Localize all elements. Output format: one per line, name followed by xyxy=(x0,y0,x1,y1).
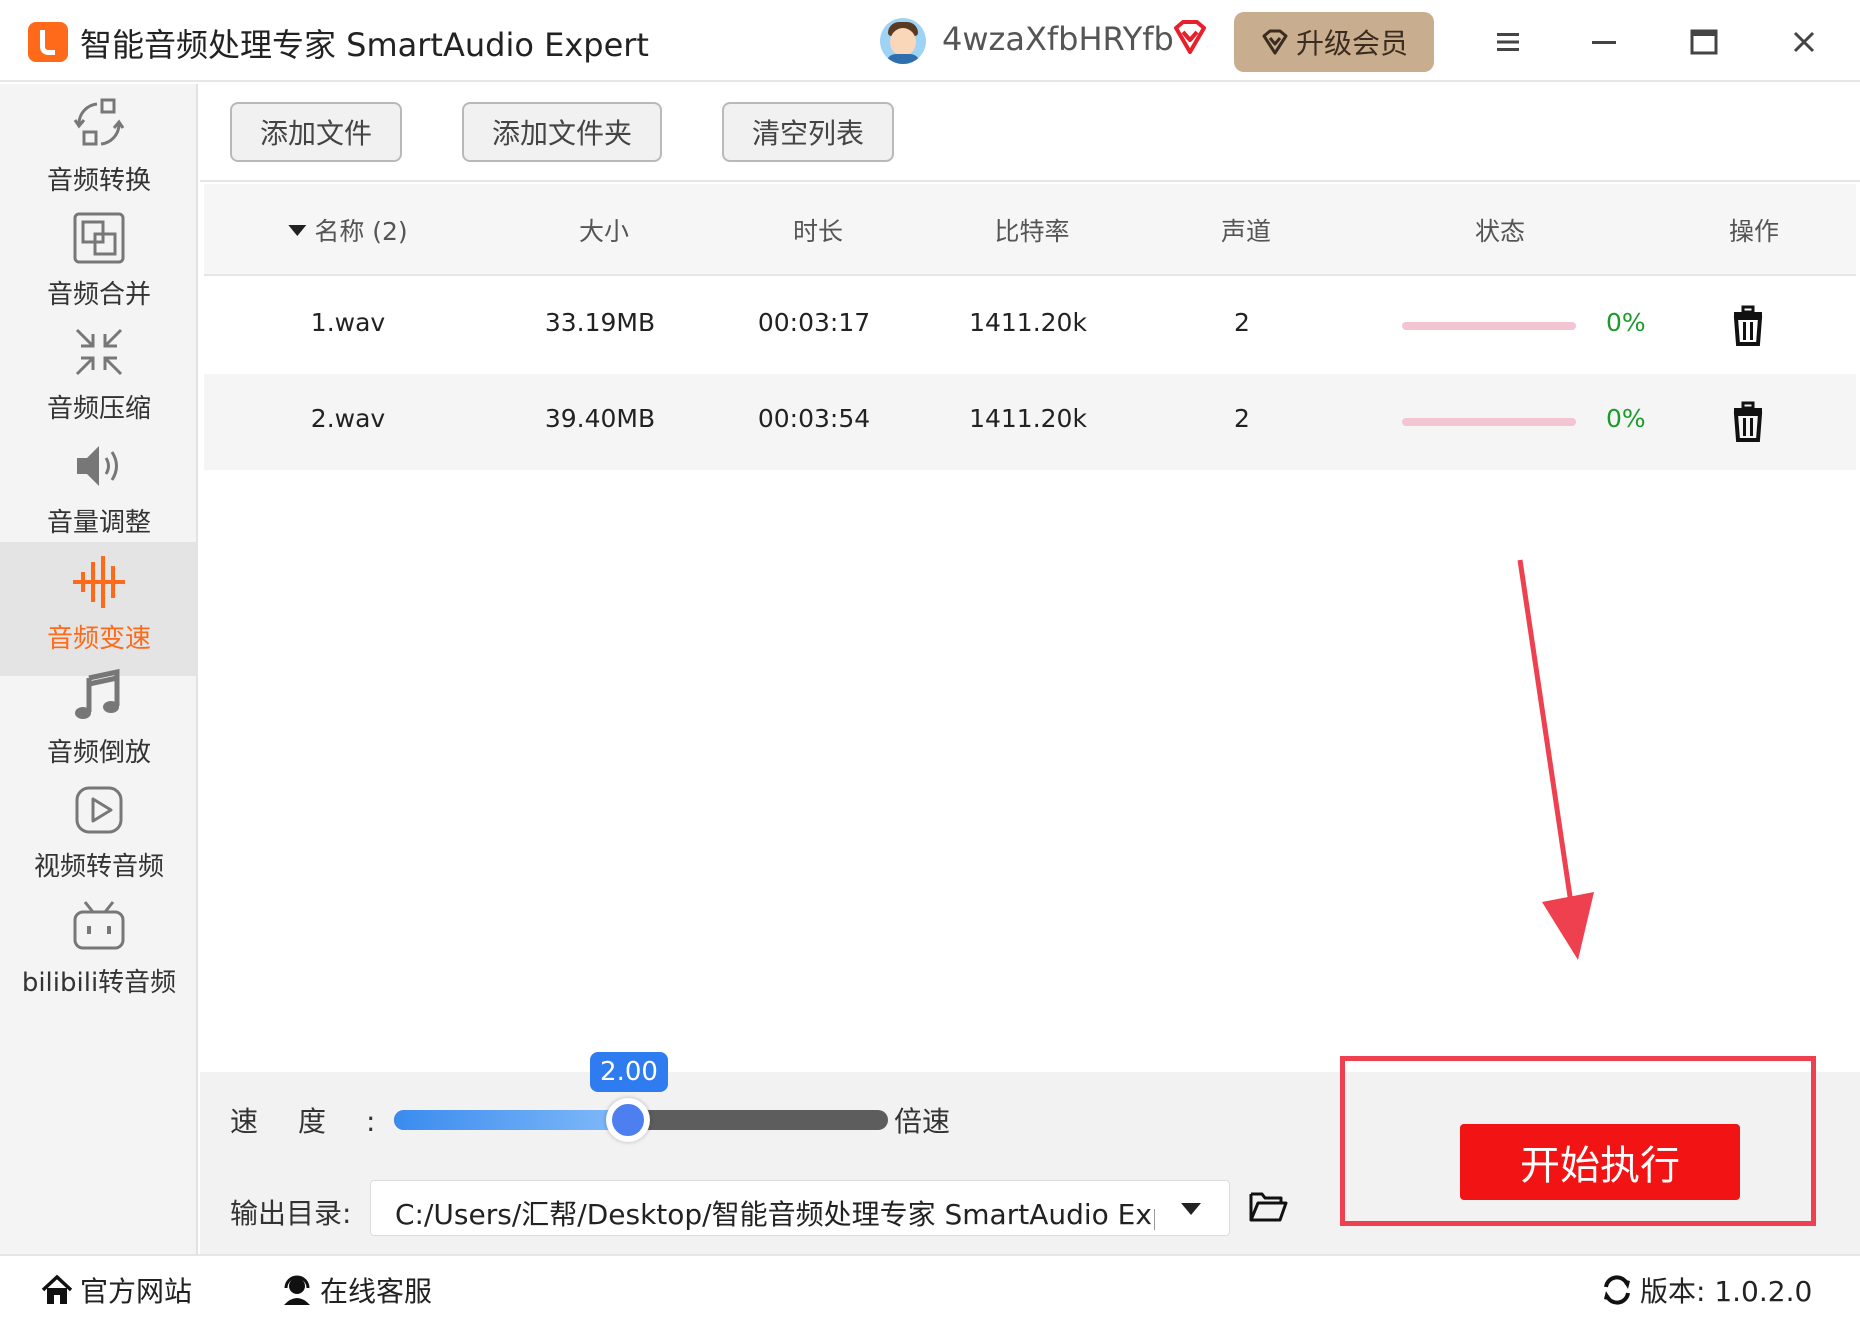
sidebar: 音频转换 音频合并 音频压缩 音量调整 音频变速 音频倒放 视频转音频 bili… xyxy=(0,84,198,1254)
speed-label: 速度: xyxy=(230,1105,416,1138)
close-button[interactable] xyxy=(1776,14,1832,70)
sidebar-item-label: 音量调整 xyxy=(46,508,151,538)
minimize-button[interactable] xyxy=(1576,14,1632,70)
version-label: 版本: 1.0.2.0 xyxy=(1640,1275,1813,1308)
output-dir-select[interactable]: C:/Users/汇帮/Desktop/智能音频处理专家 SmartAudio … xyxy=(370,1180,1230,1236)
close-icon xyxy=(1793,31,1815,53)
speed-value-tooltip: 2.00 xyxy=(590,1052,668,1092)
bilibili-tv-icon xyxy=(73,901,125,950)
toolbar: 添加文件 添加文件夹 清空列表 xyxy=(200,84,1860,182)
vip-diamond-icon xyxy=(1174,20,1206,54)
audio-speed-icon xyxy=(73,556,125,608)
speed-unit-label: 倍速 xyxy=(894,1105,951,1138)
sidebar-item-label: 音频变速 xyxy=(46,624,151,654)
audio-compress-icon xyxy=(75,328,123,376)
maximize-icon xyxy=(1690,29,1718,55)
file-bitrate: 1411.20k xyxy=(969,308,1087,337)
online-service-link[interactable]: 在线客服 xyxy=(280,1270,432,1310)
diamond-icon xyxy=(1262,29,1288,55)
sidebar-item-label: 音频转换 xyxy=(46,166,151,196)
add-file-button[interactable]: 添加文件 xyxy=(230,102,402,162)
file-duration: 00:03:17 xyxy=(757,308,871,337)
progress-bar xyxy=(1402,322,1576,330)
online-service-label: 在线客服 xyxy=(320,1275,433,1308)
clear-list-button[interactable]: 清空列表 xyxy=(722,102,894,162)
sidebar-item-label: 音频压缩 xyxy=(46,394,151,424)
sidebar-item-label: bilibili转音频 xyxy=(21,968,177,998)
audio-convert-icon xyxy=(73,98,125,146)
status-percent: 0% xyxy=(1606,404,1646,433)
sidebar-item-video-to-audio[interactable]: 视频转音频 xyxy=(0,770,198,904)
table-row[interactable]: 2.wav 39.40MB 00:03:54 1411.20k 2 0% xyxy=(204,374,1856,470)
file-bitrate: 1411.20k xyxy=(969,404,1087,433)
official-site-link[interactable]: 官方网站 xyxy=(40,1270,192,1310)
username[interactable]: 4wzaXfbHRYfb xyxy=(942,20,1174,58)
version-info[interactable]: 版本: 1.0.2.0 xyxy=(1600,1270,1812,1310)
output-dir-path: C:/Users/汇帮/Desktop/智能音频处理专家 SmartAudio … xyxy=(395,1198,1155,1231)
output-dir-label: 输出目录: xyxy=(230,1197,352,1230)
start-execute-button[interactable]: 开始执行 xyxy=(1460,1124,1740,1200)
upgrade-vip-button[interactable]: 升级会员 xyxy=(1234,12,1434,72)
maximize-button[interactable] xyxy=(1676,14,1732,70)
speed-slider-fill xyxy=(394,1110,617,1130)
audio-merge-icon xyxy=(73,212,125,264)
file-size: 39.40MB xyxy=(544,404,656,433)
home-icon xyxy=(41,1274,73,1304)
app-logo xyxy=(28,22,68,62)
sidebar-item-volume[interactable]: 音量调整 xyxy=(0,426,198,560)
footer: 官方网站 在线客服 版本: 1.0.2.0 xyxy=(0,1254,1860,1320)
progress-bar xyxy=(1402,418,1576,426)
volume-icon xyxy=(77,446,118,486)
annotation-arrow xyxy=(1517,559,1594,960)
chevron-down-icon[interactable] xyxy=(1181,1203,1201,1215)
title-bar: 智能音频处理专家 SmartAudio Expert 4wzaXfbHRYfb … xyxy=(0,0,1860,82)
file-channels: 2 xyxy=(1234,404,1250,433)
upgrade-label: 升级会员 xyxy=(1295,27,1408,60)
column-header-name[interactable]: 名称 (2) xyxy=(288,212,408,248)
add-folder-button[interactable]: 添加文件夹 xyxy=(462,102,662,162)
file-size: 33.19MB xyxy=(544,308,656,337)
speed-slider-thumb[interactable] xyxy=(606,1098,650,1142)
refresh-icon xyxy=(1604,1275,1630,1305)
sort-desc-icon xyxy=(288,224,307,236)
user-avatar[interactable] xyxy=(880,18,926,64)
column-header-size[interactable]: 大小 xyxy=(579,212,629,248)
open-folder-icon[interactable] xyxy=(1248,1188,1288,1224)
music-note-icon xyxy=(75,668,120,719)
headset-icon xyxy=(284,1275,310,1305)
column-header-duration[interactable]: 时长 xyxy=(793,212,843,248)
file-table: 名称 (2) 大小 时长 比特率 声道 状态 操作 1.wav 33.19MB … xyxy=(204,184,1856,1072)
menu-button[interactable] xyxy=(1480,14,1536,70)
sidebar-item-label: 音频倒放 xyxy=(46,738,151,768)
video-play-icon xyxy=(75,786,123,834)
file-channels: 2 xyxy=(1234,308,1250,337)
delete-trash-icon[interactable] xyxy=(1726,304,1770,348)
column-header-bitrate[interactable]: 比特率 xyxy=(994,212,1069,248)
column-header-status: 状态 xyxy=(1474,217,1526,246)
sidebar-item-bilibili[interactable]: bilibili转音频 xyxy=(0,886,198,1020)
status-percent: 0% xyxy=(1606,308,1646,337)
sidebar-item-label: 音频合并 xyxy=(46,280,151,310)
column-header-action: 操作 xyxy=(1728,217,1780,246)
app-title: 智能音频处理专家 SmartAudio Expert xyxy=(80,26,649,64)
table-row[interactable]: 1.wav 33.19MB 00:03:17 1411.20k 2 0% xyxy=(204,278,1856,374)
sidebar-item-label: 视频转音频 xyxy=(33,852,164,882)
table-header: 名称 (2) 大小 时长 比特率 声道 状态 操作 xyxy=(204,184,1856,276)
delete-trash-icon[interactable] xyxy=(1726,400,1770,444)
official-site-label: 官方网站 xyxy=(80,1275,193,1308)
column-header-channels[interactable]: 声道 xyxy=(1221,212,1271,248)
file-duration: 00:03:54 xyxy=(757,404,871,433)
minimize-icon xyxy=(1592,41,1616,44)
file-name: 1.wav xyxy=(310,308,386,337)
hamburger-menu-icon xyxy=(1497,33,1519,51)
file-name: 2.wav xyxy=(310,404,386,433)
